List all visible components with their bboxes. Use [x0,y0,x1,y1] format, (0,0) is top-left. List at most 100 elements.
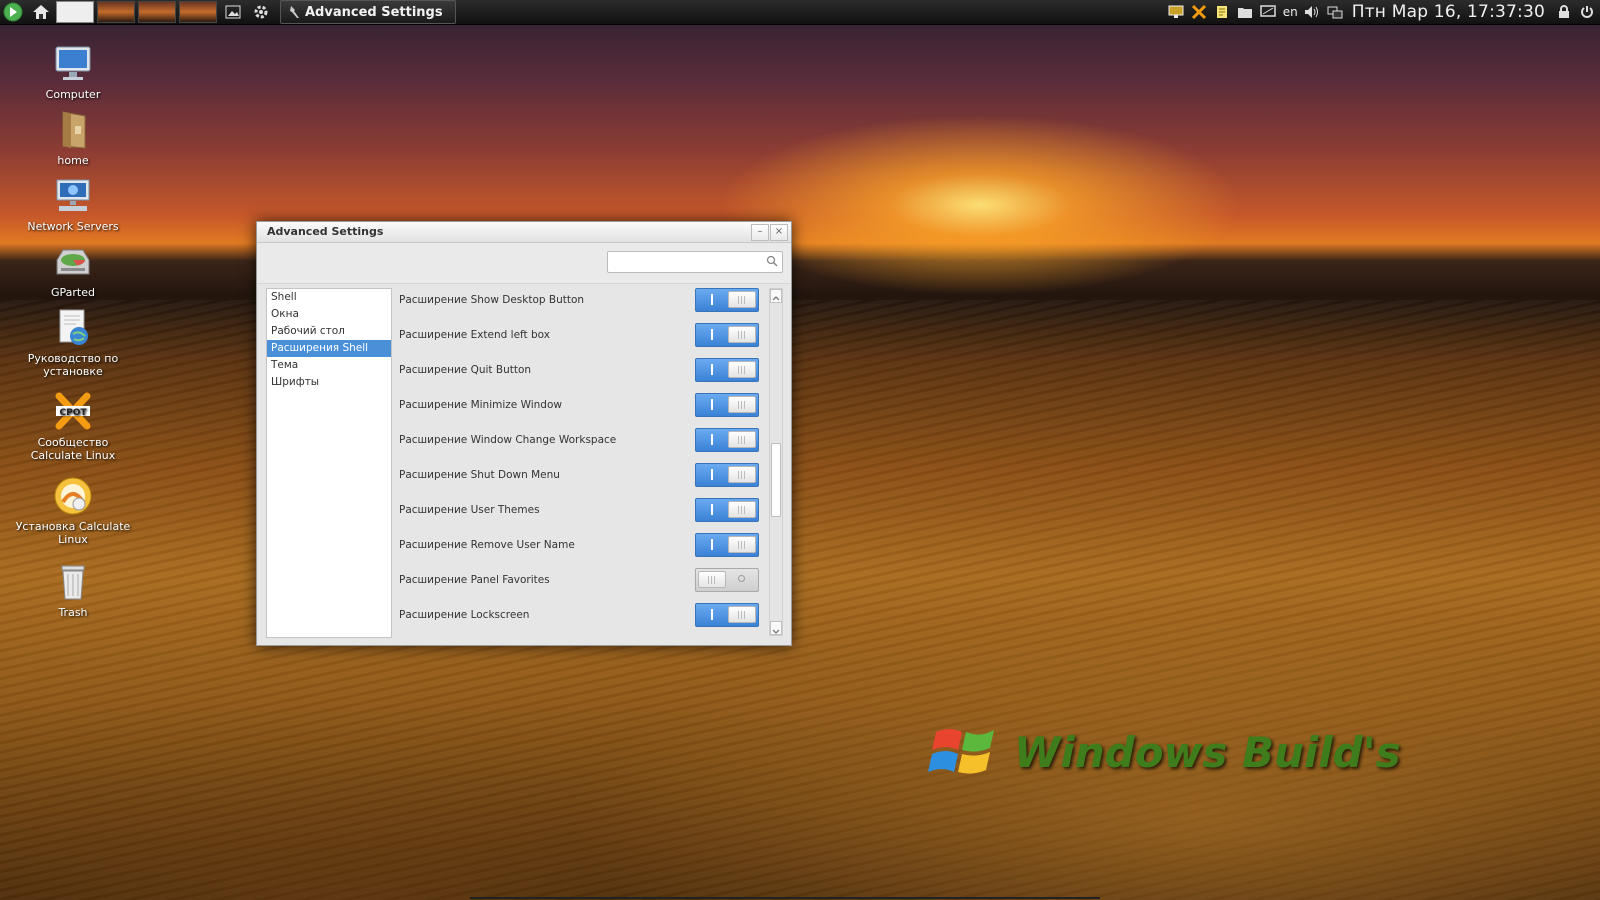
extension-toggle[interactable] [695,603,759,627]
extension-toggle[interactable] [695,568,759,592]
system-tray: en Птн Мар 16, 17:37:30 [1162,0,1600,24]
extension-toggle[interactable] [695,428,759,452]
desktop-icon-computer[interactable]: Computer [14,44,132,101]
scroll-down-button[interactable] [770,621,782,635]
extension-label: Расширение Window Change Workspace [399,434,617,446]
watermark: Windows Build's [926,720,1401,784]
desktop-icon-label: Computer [45,88,101,101]
scroll-thumb[interactable] [771,443,781,517]
extension-label: Расширение Lockscreen [399,609,530,621]
settings-sidebar: Shell Окна Рабочий стол Расширения Shell… [266,288,392,638]
window-thumbnail[interactable] [97,1,135,23]
image-viewer-icon[interactable] [220,1,246,23]
minimize-button[interactable]: – [751,224,769,241]
window-title: Advanced Settings [267,225,384,238]
extension-toggle[interactable] [695,393,759,417]
extension-toggle[interactable] [695,498,759,522]
extension-toggle[interactable] [695,323,759,347]
extensions-list: Расширение Show Desktop Button Расширени… [399,288,759,638]
extension-label: Расширение User Themes [399,504,540,516]
window-toolbar [257,243,791,284]
power-icon[interactable] [1578,4,1596,20]
extension-label: Расширение Show Desktop Button [399,294,585,306]
svg-text:CPOT: CPOT [60,408,88,418]
community-icon: CPOT [53,392,93,432]
sidebar-item-theme[interactable]: Тема [267,357,391,374]
desktop-icon-label: Trash [58,606,88,619]
gparted-icon [53,242,93,282]
extension-label: Расширение Minimize Window [399,399,562,411]
extension-label: Расширение Remove User Name [399,539,575,551]
start-icon[interactable] [0,1,26,23]
desktop-icon-label: GParted [51,286,95,299]
sidebar-item-fonts[interactable]: Шрифты [267,374,391,391]
folder-icon[interactable] [1236,4,1254,20]
calculate-icon[interactable] [1190,4,1208,20]
taskbar-item-label: Advanced Settings [305,4,443,20]
extension-row: Расширение Minimize Window [399,393,759,419]
screen-icon[interactable] [1259,4,1277,20]
chevron-down-icon [772,629,780,634]
search-input[interactable] [612,253,762,274]
extension-label: Расширение Panel Favorites [399,574,550,586]
extension-toggle[interactable] [695,533,759,557]
extension-row: Расширение User Themes [399,498,759,524]
sidebar-item-desktop[interactable]: Рабочий стол [267,323,391,340]
scroll-up-button[interactable] [770,289,782,303]
search-icon [766,255,778,267]
extension-row: Расширение Window Change Workspace [399,428,759,454]
extension-row: Расширение Panel Favorites [399,568,759,594]
desktop-icon-install-guide[interactable]: Руководство по установке [14,308,132,378]
sidebar-item-shell-extensions[interactable]: Расширения Shell [267,340,391,357]
watermark-text: Windows Build's [1014,728,1401,777]
close-button[interactable]: × [770,224,788,241]
bottom-edge [470,897,1100,899]
sidebar-item-windows[interactable]: Окна [267,306,391,323]
display-icon[interactable] [1167,4,1185,20]
computer-icon [53,44,93,84]
search-box[interactable] [607,251,783,274]
keyboard-layout-indicator[interactable]: en [1283,5,1298,19]
extension-row: Расширение Quit Button [399,358,759,384]
top-panel: Advanced Settings en Птн Мар 16, 17:37:3… [0,0,1600,25]
panel-launchers: Advanced Settings [0,0,456,24]
sidebar-item-shell[interactable]: Shell [267,289,391,306]
extension-row: Расширение Remove User Name [399,533,759,559]
lock-icon[interactable] [1555,4,1573,20]
network-icon[interactable] [1326,4,1344,20]
desktop-icon-label: Руководство по установке [27,352,119,378]
extension-label: Расширение Shut Down Menu [399,469,560,481]
desktop-icon-label: Сообщество Calculate Linux [30,436,116,462]
extension-row: Расширение Show Desktop Button [399,288,759,314]
windows-logo-icon [928,729,994,774]
home-icon[interactable] [28,1,54,23]
clock[interactable]: Птн Мар 16, 17:37:30 [1352,2,1545,22]
window-thumbnail[interactable] [138,1,176,23]
extension-toggle[interactable] [695,288,759,312]
desktop-icon-network-servers[interactable]: Network Servers [14,176,132,233]
notes-icon[interactable] [1213,4,1231,20]
desktop-icon-gparted[interactable]: GParted [14,242,132,299]
wrench-icon [290,6,299,18]
extension-toggle[interactable] [695,358,759,382]
desktop-icon-label: home [57,154,89,167]
gear-wrench-icon[interactable] [248,1,274,23]
window-thumbnail[interactable] [56,1,94,23]
desktop-icon-installer[interactable]: Установка Calculate Linux [14,476,132,546]
network-servers-icon [53,176,93,216]
window-thumbnail[interactable] [179,1,217,23]
extension-toggle[interactable] [695,463,759,487]
desktop-icon-trash[interactable]: Trash [14,562,132,619]
extensions-scrollbar[interactable] [769,288,783,636]
desktop-icon-community[interactable]: CPOT Сообщество Calculate Linux [14,392,132,462]
desktop-icon-home[interactable]: home [14,110,132,167]
desktop-icon-label: Установка Calculate Linux [15,520,131,546]
window-titlebar[interactable]: Advanced Settings – × [257,222,791,243]
installer-icon [53,476,93,516]
extension-label: Расширение Extend left box [399,329,550,341]
extension-row: Расширение Extend left box [399,323,759,349]
chevron-up-icon [772,296,780,301]
volume-icon[interactable] [1303,4,1321,20]
taskbar-item-advanced-settings[interactable]: Advanced Settings [280,0,456,24]
home-folder-icon [53,110,93,150]
